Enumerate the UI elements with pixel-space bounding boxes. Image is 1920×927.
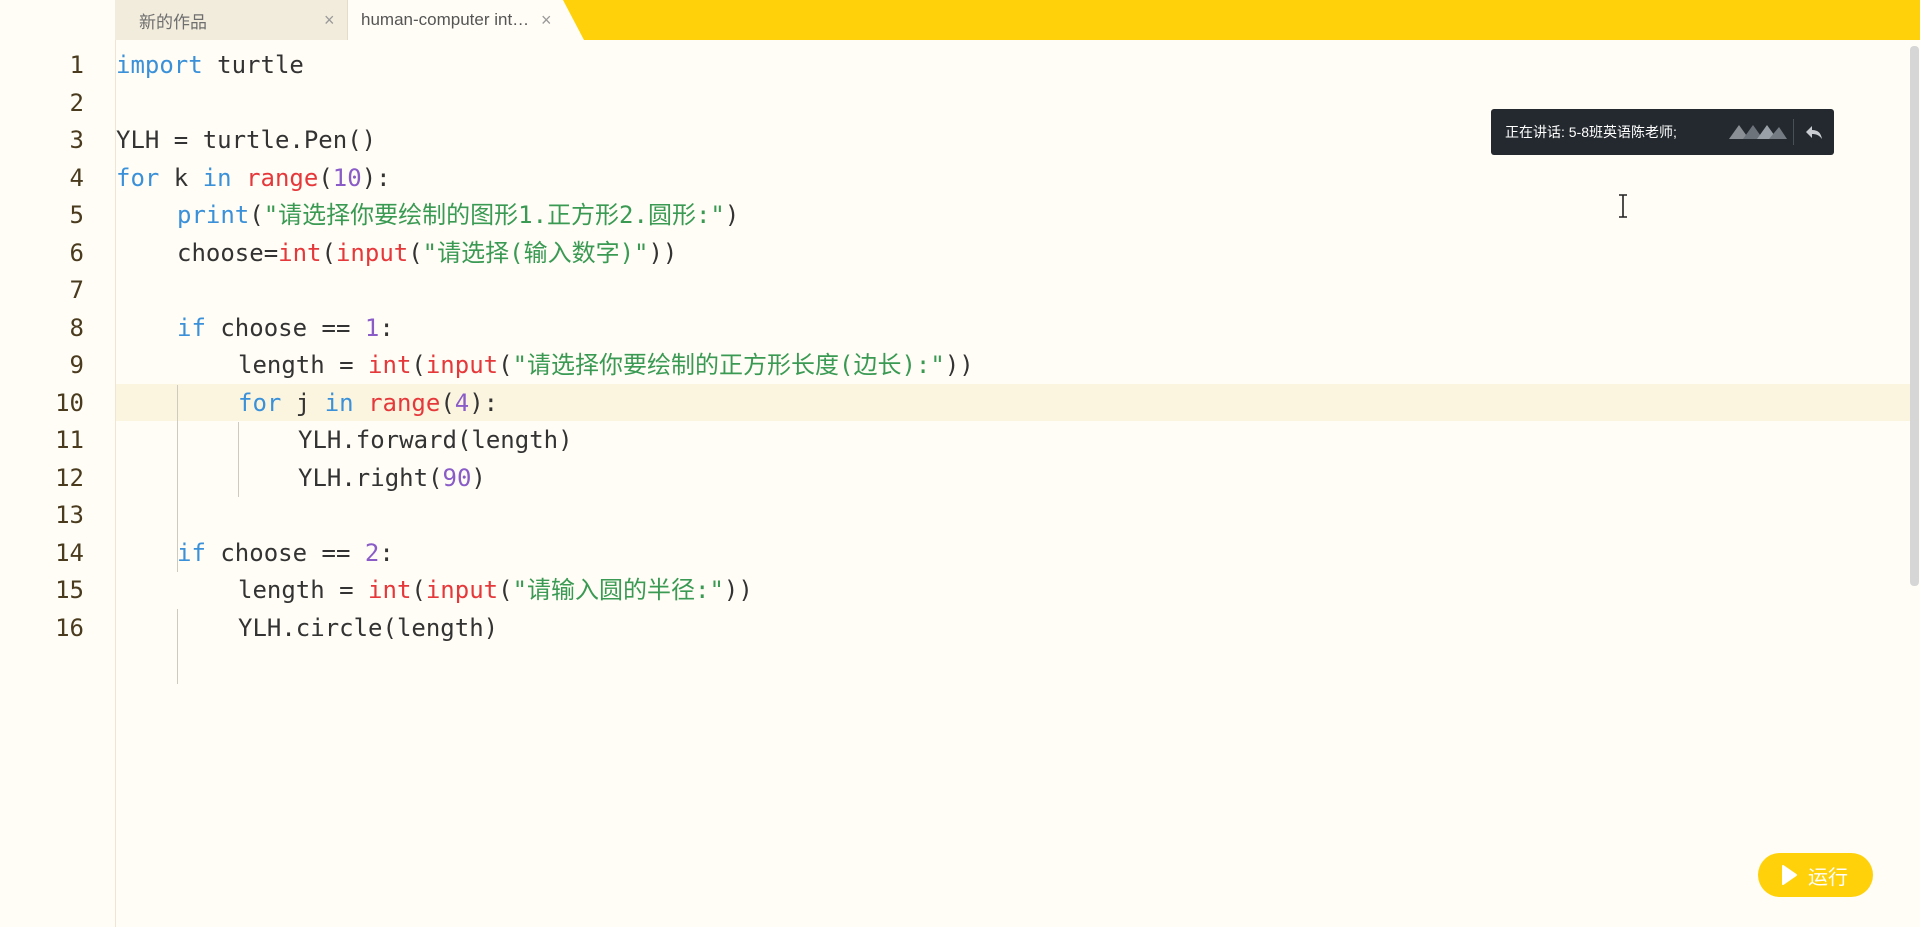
line-number: 8 bbox=[69, 313, 84, 342]
indent-guide bbox=[177, 609, 178, 684]
code-line: for k in range(10): bbox=[116, 163, 391, 192]
line-number: 14 bbox=[55, 538, 84, 567]
code-line: YLH.right(90) bbox=[298, 463, 486, 492]
tab-bar-left-spacer bbox=[0, 0, 115, 40]
close-icon[interactable]: × bbox=[541, 11, 552, 29]
speaking-text: 正在讲话: 5-8班英语陈老师; bbox=[1505, 124, 1677, 140]
line-number: 9 bbox=[69, 351, 84, 379]
close-icon[interactable]: × bbox=[324, 11, 335, 29]
line-number: 10 bbox=[55, 388, 84, 417]
line-number: 2 bbox=[69, 88, 84, 117]
code-line: length = int(input("请输入圆的半径:")) bbox=[238, 576, 753, 604]
code-line: YLH = turtle.Pen() bbox=[116, 126, 377, 154]
tab-bar: 新的作品 × human-computer int… × bbox=[0, 0, 1920, 40]
code-editor[interactable]: import turtle YLH = turtle.Pen() for k i… bbox=[116, 40, 1911, 927]
line-number: 6 bbox=[69, 238, 84, 267]
line-number: 13 bbox=[55, 501, 84, 529]
code-line: length = int(input("请选择你要绘制的正方形长度(边长):")… bbox=[238, 351, 974, 379]
indent-guide bbox=[238, 422, 239, 497]
speaking-notification: 正在讲话: 5-8班英语陈老师; bbox=[1491, 109, 1834, 155]
text-cursor-icon bbox=[1619, 194, 1627, 218]
play-icon bbox=[1782, 865, 1797, 885]
line-number: 4 bbox=[69, 163, 84, 192]
line-number: 15 bbox=[55, 576, 84, 604]
run-label: 运行 bbox=[1808, 866, 1848, 889]
line-number: 1 bbox=[69, 51, 84, 79]
reply-icon[interactable] bbox=[1803, 121, 1825, 143]
code-line: if choose == 2: bbox=[177, 538, 394, 567]
line-number: 5 bbox=[69, 201, 84, 229]
line-number: 3 bbox=[69, 126, 84, 154]
code-line: import turtle bbox=[116, 51, 304, 79]
code-line: if choose == 1: bbox=[177, 313, 394, 342]
code-line: for j in range(4): bbox=[238, 388, 499, 417]
divider bbox=[1793, 119, 1794, 145]
code-line: YLH.forward(length) bbox=[298, 426, 573, 454]
line-number: 16 bbox=[55, 613, 84, 642]
code-line: print("请选择你要绘制的图形1.正方形2.圆形:") bbox=[177, 201, 740, 229]
line-number: 7 bbox=[69, 276, 84, 304]
line-number: 11 bbox=[55, 426, 84, 454]
tab-human-computer[interactable]: human-computer int… × bbox=[348, 0, 584, 40]
tab-new-work[interactable]: 新的作品 × bbox=[115, 0, 348, 40]
line-number-gutter: 1 2 3 4 5 6 7 8 9 10 11 12 13 14 15 16 bbox=[0, 40, 116, 927]
tab-label: 新的作品 bbox=[139, 12, 207, 32]
run-button[interactable]: 运行 bbox=[1758, 853, 1873, 897]
tab-label: human-computer int… bbox=[361, 10, 530, 29]
code-line: YLH.circle(length) bbox=[238, 613, 499, 642]
code-line: choose=int(input("请选择(输入数字)")) bbox=[177, 238, 678, 267]
speaker-avatars bbox=[1729, 125, 1787, 139]
line-number: 12 bbox=[55, 463, 84, 492]
vertical-scrollbar[interactable] bbox=[1910, 46, 1919, 586]
